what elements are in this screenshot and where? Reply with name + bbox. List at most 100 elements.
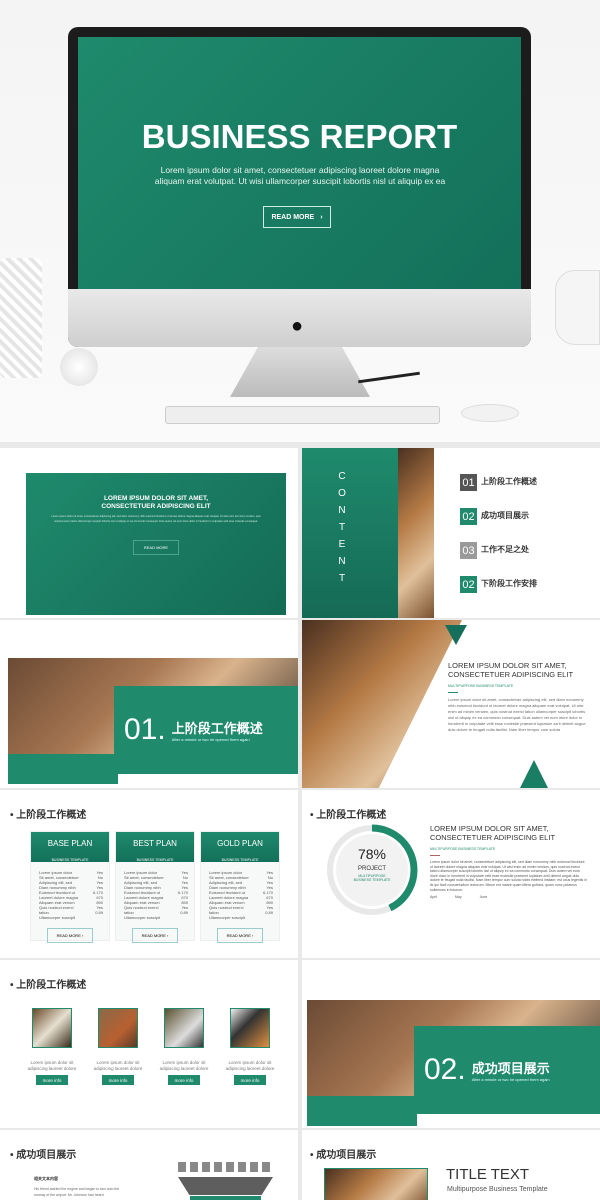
funnel-stage bbox=[190, 1196, 261, 1200]
plan-card: BASE PLAN BUSINESS TEMPLATE Lorem ipsum d… bbox=[30, 831, 110, 943]
button-label: READ MORE bbox=[271, 213, 315, 221]
thumbnail-image bbox=[32, 1008, 72, 1048]
contents-item[interactable]: 02 下阶段工作安排 bbox=[460, 576, 537, 593]
slide-gallery: • 上阶段工作概述 Lorem ipsum dolor sit adipisci… bbox=[0, 960, 298, 1128]
slide-heading: • 上阶段工作概述 bbox=[310, 810, 387, 821]
contents-item[interactable]: 03 工作不足之处 bbox=[460, 542, 537, 559]
gallery-item: Lorem ipsum dolor sit adipiscing laoreet… bbox=[158, 1008, 210, 1085]
section-subtitle: After a minute or two he opened them aga… bbox=[471, 1077, 550, 1082]
heading-text: 成功项目展示 bbox=[16, 1150, 77, 1161]
body-text: Lorem ipsum dolor sit amet, consectetuer… bbox=[448, 697, 586, 732]
contents-item[interactable]: 02 成功项目展示 bbox=[460, 508, 537, 525]
gallery-item: Lorem ipsum dolor sit adipiscing laoreet… bbox=[92, 1008, 144, 1085]
heading-text: 成功项目展示 bbox=[316, 1150, 377, 1161]
plan-card: BEST PLAN BUSINESS TEMPLATE Lorem ipsum d… bbox=[115, 831, 195, 943]
section-01-banner: 01. 上阶段工作概述 After a minute or two he open… bbox=[114, 686, 298, 774]
apple-logo-icon: ● bbox=[291, 315, 304, 337]
slide-heading: • 成功项目展示 bbox=[10, 1150, 77, 1161]
monitor-screen bbox=[78, 37, 521, 289]
plan-sub: BUSINESS TEMPLATE bbox=[221, 858, 259, 862]
button-label: READ MORE bbox=[141, 933, 166, 938]
intro-title-2: CONSECTETUER ADIPISCING ELIT bbox=[101, 503, 211, 510]
pen-decoration bbox=[358, 371, 420, 384]
legend: April May June bbox=[430, 895, 588, 899]
slide-contents: CONTENT 01 上阶段工作概述 02 成功项目展示 03 工作不足之处 02 下阶段工作… bbox=[302, 448, 600, 618]
item-label: 成功项目展示 bbox=[481, 511, 529, 520]
tag-line: MULTIPURPOSE BUSINESS TEMPLATE bbox=[448, 684, 514, 688]
section-title: 上阶段工作概述 bbox=[171, 721, 263, 736]
monitor-stand bbox=[230, 347, 370, 397]
mouse bbox=[461, 404, 519, 422]
chevron-right-icon: › bbox=[167, 933, 169, 938]
slide-heading: • 上阶段工作概述 bbox=[10, 810, 87, 821]
item-number: 03 bbox=[460, 542, 477, 559]
heading-text: 上阶段工作概述 bbox=[16, 810, 87, 821]
slide-progress: • 上阶段工作概述 78% PROJECT MULTIPURPOSE BUSIN… bbox=[302, 790, 600, 958]
more-info-button[interactable]: more info bbox=[102, 1075, 134, 1085]
legend-item: May bbox=[455, 895, 462, 900]
ball-decoration bbox=[60, 348, 98, 386]
plan-values: Yes No Yes Yes 6.170 670 890 Yes 0.89 bbox=[177, 870, 188, 915]
title-1: LOREM IPSUM DOLOR SIT AMET, bbox=[430, 824, 549, 833]
item-number: 02 bbox=[460, 508, 477, 525]
heading-text: 上阶段工作概述 bbox=[16, 980, 87, 991]
more-info-button[interactable]: more info bbox=[234, 1075, 266, 1085]
section-subtitle: After a minute or two he opened them aga… bbox=[171, 737, 250, 742]
slide-intro: LOREM IPSUM DOLOR SIT AMET, CONSECTETUER … bbox=[0, 448, 298, 618]
section-number: 01. bbox=[124, 713, 166, 746]
item-number: 01 bbox=[460, 474, 477, 491]
plan-name: BASE PLAN bbox=[47, 839, 93, 848]
more-info-button[interactable]: more info bbox=[168, 1075, 200, 1085]
legend-item: April bbox=[430, 895, 438, 900]
section-number: 02. bbox=[424, 1053, 466, 1086]
item-label: 下阶段工作安排 bbox=[481, 579, 537, 588]
plan-features: Lorem ipsum dolor Sit amet, consectetuer… bbox=[39, 870, 79, 920]
contents-item[interactable]: 01 上阶段工作概述 bbox=[460, 474, 537, 491]
title-2: CONSECTETUER ADIPISCING ELIT bbox=[430, 833, 556, 842]
laptop-photo bbox=[398, 448, 434, 618]
contents-list: 01 上阶段工作概述 02 成功项目展示 03 工作不足之处 02 下阶段工作安排 bbox=[460, 474, 537, 593]
section-title: 成功项目展示 bbox=[471, 1061, 550, 1076]
chevron-right-icon: › bbox=[252, 933, 254, 938]
thumbnail-image bbox=[98, 1008, 138, 1048]
intro-read-more-button[interactable]: READ MORE bbox=[133, 540, 179, 555]
plan-values: Yes No Yes Yes 6.170 670 890 Yes 0.89 bbox=[92, 870, 103, 915]
keyboard bbox=[165, 406, 440, 424]
item-text: Lorem ipsum dolor sit adipiscing laoreet… bbox=[159, 1060, 209, 1071]
plan-name: BEST PLAN bbox=[133, 839, 177, 848]
body-text: Lorem ipsum dolor sit amet, consectetuer… bbox=[430, 860, 587, 892]
laptop-photo bbox=[324, 1168, 428, 1200]
hero-subtitle: Lorem ipsum dolor sit amet, consectetuer… bbox=[154, 165, 446, 186]
title-2: CONSECTETUER ADIPISCING ELIT bbox=[448, 670, 574, 679]
thumbnail-image bbox=[164, 1008, 204, 1048]
read-more-button[interactable]: READ MORE › bbox=[263, 206, 331, 228]
title-1: LOREM IPSUM DOLOR SIT AMET, bbox=[448, 661, 567, 670]
chevron-right-icon: › bbox=[82, 933, 84, 938]
kettle-decoration bbox=[555, 270, 600, 345]
text-body: His friend started the engine and began … bbox=[34, 1187, 120, 1197]
laptop-photo bbox=[302, 620, 462, 788]
gallery-item: Lorem ipsum dolor sit adipiscing laoreet… bbox=[26, 1008, 78, 1085]
hero-title: BUSINESS REPORT bbox=[141, 118, 458, 155]
green-block bbox=[8, 754, 118, 784]
gallery-list: Lorem ipsum dolor sit adipiscing laoreet… bbox=[26, 1008, 276, 1085]
item-label: 上阶段工作概述 bbox=[481, 477, 537, 486]
slide-title-text: • 成功项目展示 TITLE TEXT Multipurpose Busines… bbox=[302, 1130, 600, 1200]
plan-sub: BUSINESS TEMPLATE bbox=[136, 858, 174, 862]
item-text: Lorem ipsum dolor sit adipiscing laoreet… bbox=[93, 1060, 143, 1071]
intro-body: Lorem ipsum dolor sit amet, consectetuer… bbox=[51, 515, 261, 523]
triangle-decoration bbox=[520, 760, 548, 788]
slide-section-02: 02. 成功项目展示 After a minute or two he opene… bbox=[302, 960, 600, 1128]
plan-read-more-button[interactable]: READ MORE › bbox=[47, 928, 93, 943]
slide-heading: • 上阶段工作概述 bbox=[10, 980, 87, 991]
slide-section-01: 01. 上阶段工作概述 After a minute or two he open… bbox=[0, 620, 298, 788]
contents-green-panel bbox=[302, 448, 398, 618]
more-info-button[interactable]: more info bbox=[36, 1075, 68, 1085]
thumbnail-image bbox=[230, 1008, 270, 1048]
plans-list: BASE PLAN BUSINESS TEMPLATE Lorem ipsum d… bbox=[30, 831, 280, 943]
plan-read-more-button[interactable]: READ MORE › bbox=[217, 928, 263, 943]
chevron-right-icon: › bbox=[320, 213, 323, 221]
hero-mockup: ● BUSINESS REPORT Lorem ipsum dolor sit … bbox=[0, 0, 600, 442]
item-number: 02 bbox=[460, 576, 477, 593]
plan-read-more-button[interactable]: READ MORE › bbox=[132, 928, 178, 943]
